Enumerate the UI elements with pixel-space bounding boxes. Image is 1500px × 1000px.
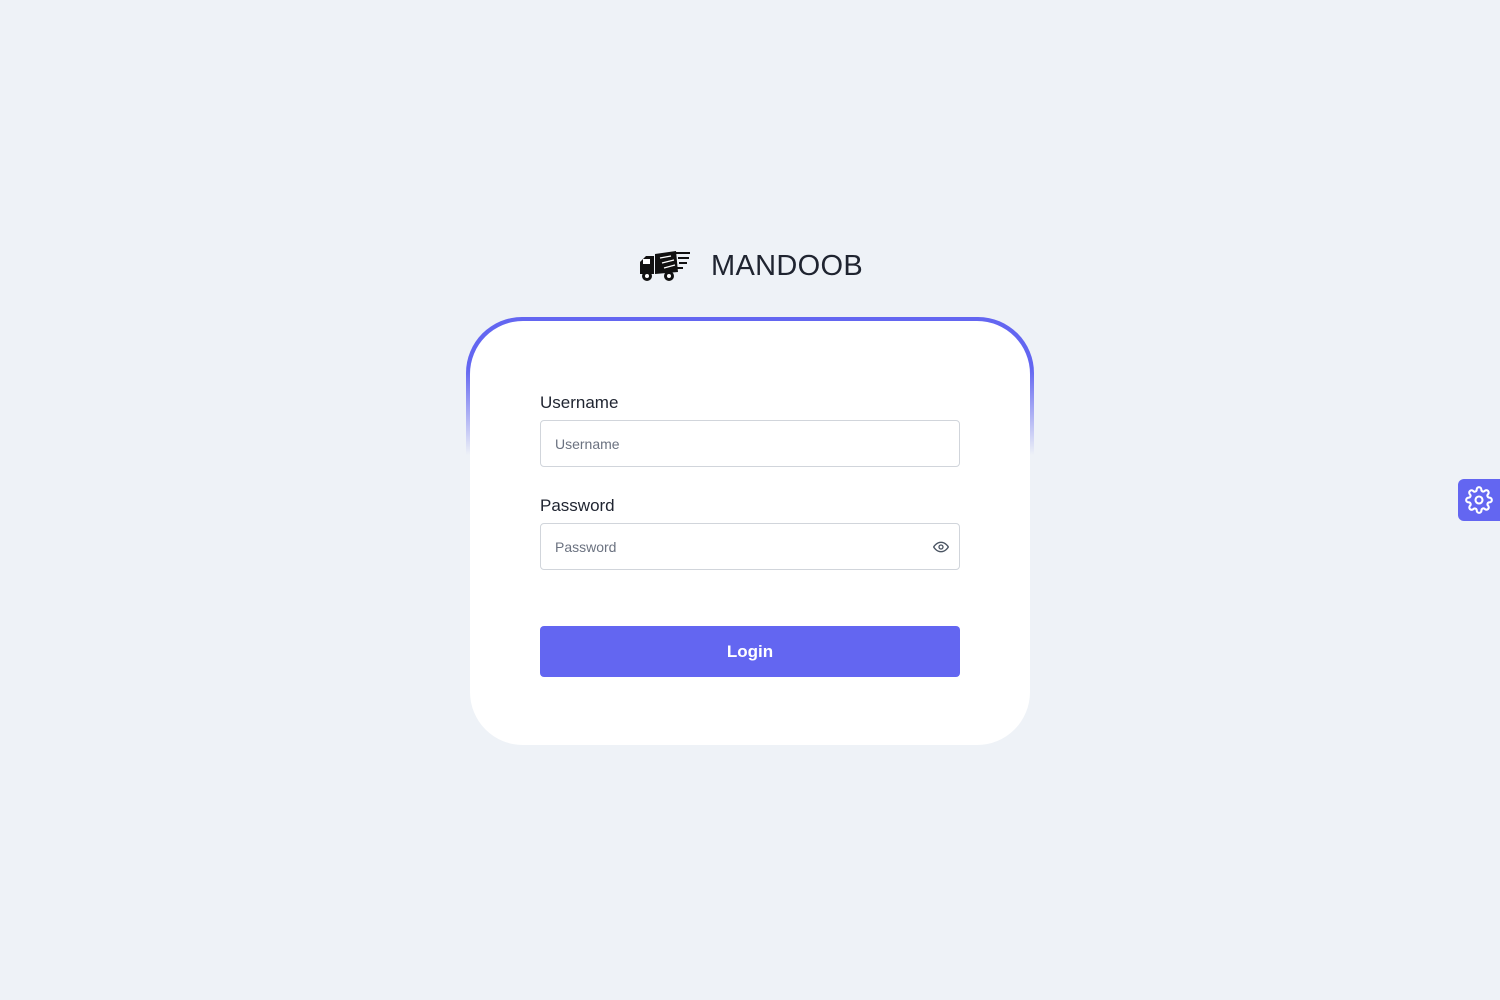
login-card-frame: Username Password Login [466,317,1034,749]
brand-name: MANDOOB [711,249,863,282]
username-field-box [540,420,960,467]
login-card: Username Password Login [470,321,1030,745]
delivery-truck-icon [637,246,693,286]
brand-header: MANDOOB [0,240,1500,292]
username-input[interactable] [541,421,959,466]
password-input[interactable] [541,524,959,569]
eye-icon[interactable] [931,537,951,557]
settings-button[interactable] [1458,479,1500,521]
gear-icon [1465,486,1493,514]
password-label: Password [540,496,615,515]
username-label: Username [540,393,619,412]
login-button[interactable]: Login [540,626,960,677]
password-field-box [540,523,960,570]
